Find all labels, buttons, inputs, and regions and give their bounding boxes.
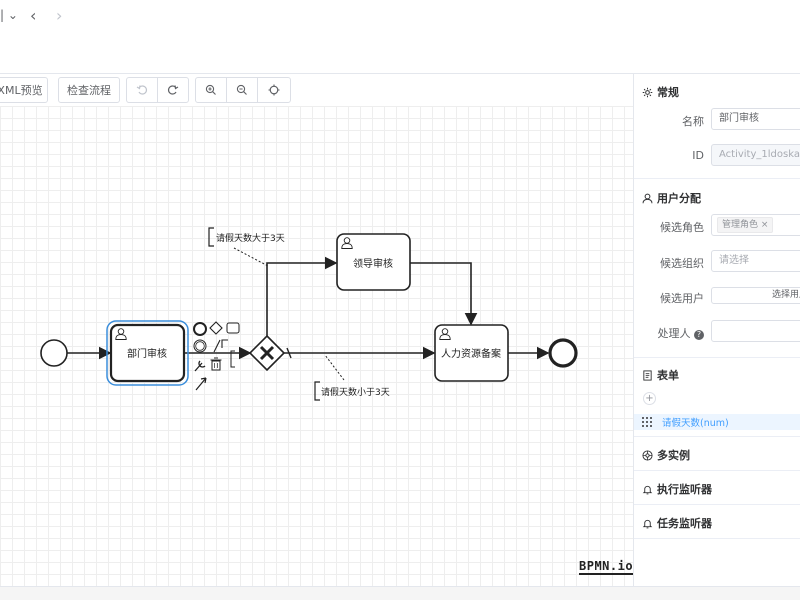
task-hr-record-label: 人力资源备案 — [441, 347, 501, 360]
zoom-in-icon — [205, 84, 216, 95]
section-form[interactable]: 表单 — [642, 367, 679, 383]
divider — [634, 504, 800, 505]
undo-icon — [136, 85, 147, 95]
select-user-button[interactable]: 选择用户 — [711, 287, 800, 304]
close-icon[interactable]: × — [761, 220, 769, 230]
annotation-lt3-text: 请假天数小于3天 — [321, 386, 390, 398]
divider — [634, 357, 800, 358]
annotation-gt3-text: 请假天数大于3天 — [216, 232, 285, 244]
annotation-tool-icon[interactable] — [213, 339, 228, 353]
candidate-role-label: 候选角色 — [660, 221, 704, 234]
form-icon — [643, 369, 652, 381]
help-icon[interactable]: ? — [694, 330, 704, 340]
section-user-assignment[interactable]: 用户分配 — [642, 190, 701, 206]
connect-arrow-icon[interactable] — [195, 377, 207, 391]
flow-gateway-to-leader[interactable] — [266, 256, 338, 336]
task-leader-review[interactable]: 领导审核 — [336, 233, 411, 291]
task-dept-review[interactable]: 部门审核 — [106, 320, 189, 386]
section-execution-listener[interactable]: 执行监听器 — [642, 481, 712, 497]
designer-toolbar: XML预览 检查流程 — [0, 74, 633, 106]
candidate-user-label: 候选用户 — [660, 292, 704, 305]
candidate-org-label: 候选组织 — [660, 257, 704, 270]
bell-icon — [642, 485, 653, 494]
append-gateway-icon[interactable] — [209, 321, 223, 335]
candidate-org-select[interactable]: 请选择 — [711, 250, 800, 272]
zoom-out-button[interactable] — [226, 77, 258, 103]
role-tag: 管理角色 × — [717, 217, 774, 233]
bottom-bar — [0, 586, 800, 600]
bell-icon — [642, 519, 653, 528]
form-field-row[interactable]: 请假天数(num) — [634, 414, 800, 430]
section-multi-instance[interactable]: 多实例 — [642, 447, 690, 463]
divider — [634, 470, 800, 471]
section-general[interactable]: 常规 — [642, 84, 679, 100]
divider — [634, 178, 800, 179]
exclusive-gateway[interactable] — [248, 334, 286, 372]
append-end-event-icon[interactable] — [193, 322, 207, 336]
add-form-field-button[interactable]: + — [643, 392, 656, 405]
xml-preview-button[interactable]: XML预览 — [0, 77, 48, 103]
handler-label: 处理人 ? — [634, 325, 704, 341]
drag-handle-icon[interactable] — [642, 417, 652, 427]
task-dept-review-label: 部门审核 — [127, 347, 167, 360]
undo-button[interactable] — [126, 77, 158, 103]
task-hr-record[interactable]: 人力资源备案 — [434, 324, 509, 382]
start-event[interactable] — [40, 339, 68, 367]
id-input: Activity_1ldoska — [711, 144, 800, 166]
context-pad — [193, 321, 240, 391]
bpmn-io-logo[interactable]: BPMN.io — [579, 559, 634, 575]
back-icon[interactable]: ‹ — [30, 6, 36, 25]
append-task-icon[interactable] — [226, 322, 240, 334]
candidate-role-select[interactable]: 管理角色 × — [711, 214, 800, 236]
chevron-down-icon: ⌄ — [7, 8, 18, 22]
id-label: ID — [692, 149, 704, 162]
redo-icon — [168, 85, 179, 95]
name-label: 名称 — [682, 115, 704, 128]
task-leader-review-label: 领导审核 — [353, 257, 393, 270]
name-input[interactable]: 部门审核 — [711, 108, 800, 130]
tab-fragment[interactable]: | ⌄ — [0, 8, 18, 22]
annotation-lt3[interactable]: 请假天数小于3天 — [314, 354, 390, 401]
fit-viewport-button[interactable] — [257, 77, 291, 103]
handler-input[interactable] — [711, 320, 800, 342]
top-bar: | ⌄ ‹ › — [0, 0, 800, 74]
form-field-name: 请假天数(num) — [662, 418, 729, 429]
check-flow-button[interactable]: 检查流程 — [58, 77, 120, 103]
flow-leader-to-hr[interactable] — [410, 262, 478, 326]
annotation-gt3[interactable]: 请假天数大于3天 — [208, 227, 285, 267]
divider — [634, 436, 800, 437]
user-icon — [642, 193, 653, 203]
gear-icon — [642, 87, 653, 97]
zoom-out-icon — [236, 84, 247, 95]
wrench-icon[interactable] — [194, 360, 206, 372]
redo-button[interactable] — [157, 77, 189, 103]
zoom-in-button[interactable] — [195, 77, 227, 103]
crosshair-icon — [268, 84, 280, 96]
bpmn-diagram[interactable]: 请假天数大于3天 请假天数小于3天 部门审核 领导审核 人力资源备案 — [0, 106, 633, 586]
forward-icon[interactable]: › — [56, 6, 62, 25]
section-task-listener[interactable]: 任务监听器 — [642, 515, 712, 531]
bpmn-canvas[interactable]: 请假天数大于3天 请假天数小于3天 部门审核 领导审核 人力资源备案 BPMN.… — [0, 106, 634, 586]
multi-instance-icon — [642, 449, 653, 461]
end-event[interactable] — [548, 338, 578, 368]
trash-icon[interactable] — [210, 357, 222, 371]
divider — [634, 538, 800, 539]
properties-panel: 常规 名称 部门审核 ID Activity_1ldoska 用户分配 候选角色… — [633, 74, 800, 600]
